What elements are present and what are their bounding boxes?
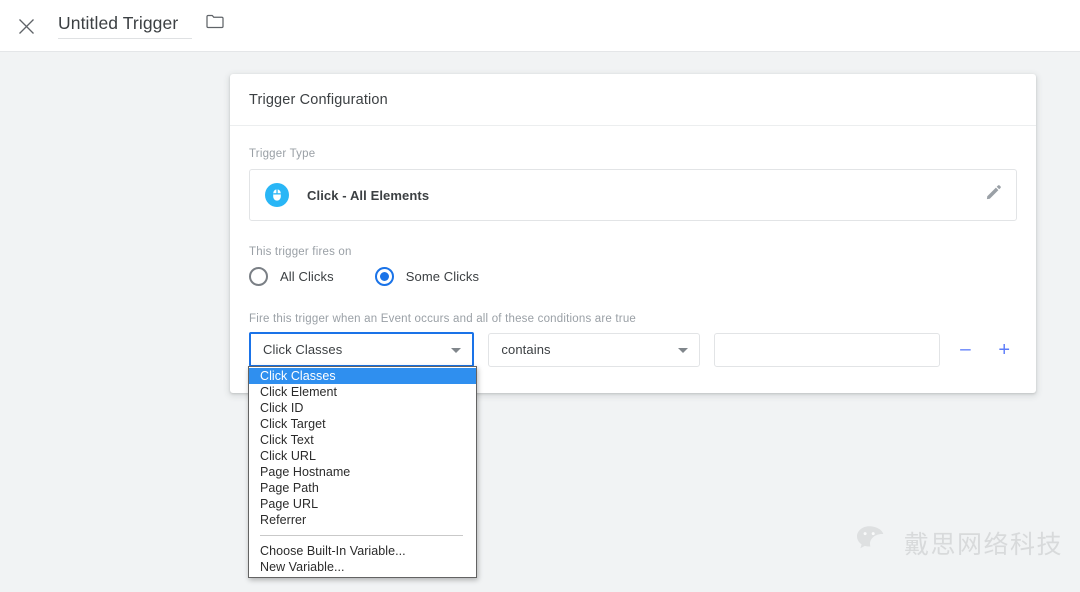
mouse-click-icon: [264, 182, 290, 208]
folder-icon[interactable]: [206, 14, 224, 34]
condition-value-input[interactable]: [713, 332, 940, 367]
radio-some-clicks-label: Some Clicks: [405, 269, 480, 284]
card-title: Trigger Configuration: [249, 91, 388, 108]
dropdown-option[interactable]: Page Hostname: [249, 464, 476, 480]
condition-variable-value: Click Classes: [263, 342, 343, 357]
dropdown-option[interactable]: Click URL: [249, 448, 476, 464]
dropdown-option[interactable]: Click Text: [249, 432, 476, 448]
trigger-type-value: Click - All Elements: [307, 187, 430, 203]
dropdown-option[interactable]: Click Target: [249, 416, 476, 432]
dropdown-option[interactable]: Page URL: [249, 496, 476, 512]
trigger-configuration-card: Trigger Configuration Trigger Type Click…: [230, 74, 1036, 393]
watermark-text: 戴思网络科技: [904, 529, 1064, 559]
dropdown-option[interactable]: Page Path: [249, 480, 476, 496]
condition-operator-value: contains: [501, 342, 551, 357]
chevron-down-icon: [451, 347, 462, 353]
add-condition-button[interactable]: +: [991, 337, 1017, 363]
radio-all-clicks-label: All Clicks: [280, 269, 334, 284]
trigger-title-wrap: Untitled Trigger: [58, 12, 224, 39]
wechat-icon: [856, 524, 894, 561]
watermark: 戴思网络科技: [856, 524, 1063, 561]
dropdown-separator: [249, 528, 476, 543]
conditions-label: Fire this trigger when an Event occurs a…: [249, 313, 637, 325]
radio-some-clicks[interactable]: Some Clicks: [374, 267, 480, 286]
dropdown-option-new-variable[interactable]: New Variable...: [249, 559, 476, 575]
dropdown-option[interactable]: Referrer: [249, 512, 476, 528]
condition-row: Click Classes contains – +: [249, 332, 1017, 367]
fires-on-label: This trigger fires on: [249, 246, 352, 258]
pencil-icon[interactable]: [985, 184, 1002, 206]
radio-all-clicks[interactable]: All Clicks: [249, 267, 334, 286]
chevron-down-icon: [677, 347, 688, 353]
close-button[interactable]: [12, 12, 40, 40]
trigger-type-label: Trigger Type: [249, 148, 316, 160]
remove-condition-button[interactable]: –: [953, 337, 979, 363]
dropdown-option[interactable]: Click ID: [249, 400, 476, 416]
radio-some-clicks-indicator: [374, 267, 394, 286]
top-bar: Untitled Trigger: [0, 0, 1080, 52]
trigger-type-selector[interactable]: Click - All Elements: [249, 169, 1017, 221]
trigger-name-input[interactable]: Untitled Trigger: [58, 12, 192, 39]
condition-variable-select[interactable]: Click Classes: [249, 332, 475, 367]
dropdown-option[interactable]: Click Element: [249, 384, 476, 400]
card-body: Trigger Type Click - All Elements This t…: [230, 126, 1036, 393]
variable-dropdown-menu[interactable]: Click Classes Click Element Click ID Cli…: [248, 366, 477, 578]
dropdown-option[interactable]: Click Classes: [249, 368, 476, 384]
radio-all-clicks-indicator: [249, 267, 268, 286]
close-icon: [18, 18, 35, 35]
card-header: Trigger Configuration: [230, 74, 1036, 126]
condition-operator-select[interactable]: contains: [488, 332, 700, 367]
fires-on-radio-group: All Clicks Some Clicks: [249, 267, 1017, 286]
dropdown-option-choose-builtin[interactable]: Choose Built-In Variable...: [249, 543, 476, 559]
